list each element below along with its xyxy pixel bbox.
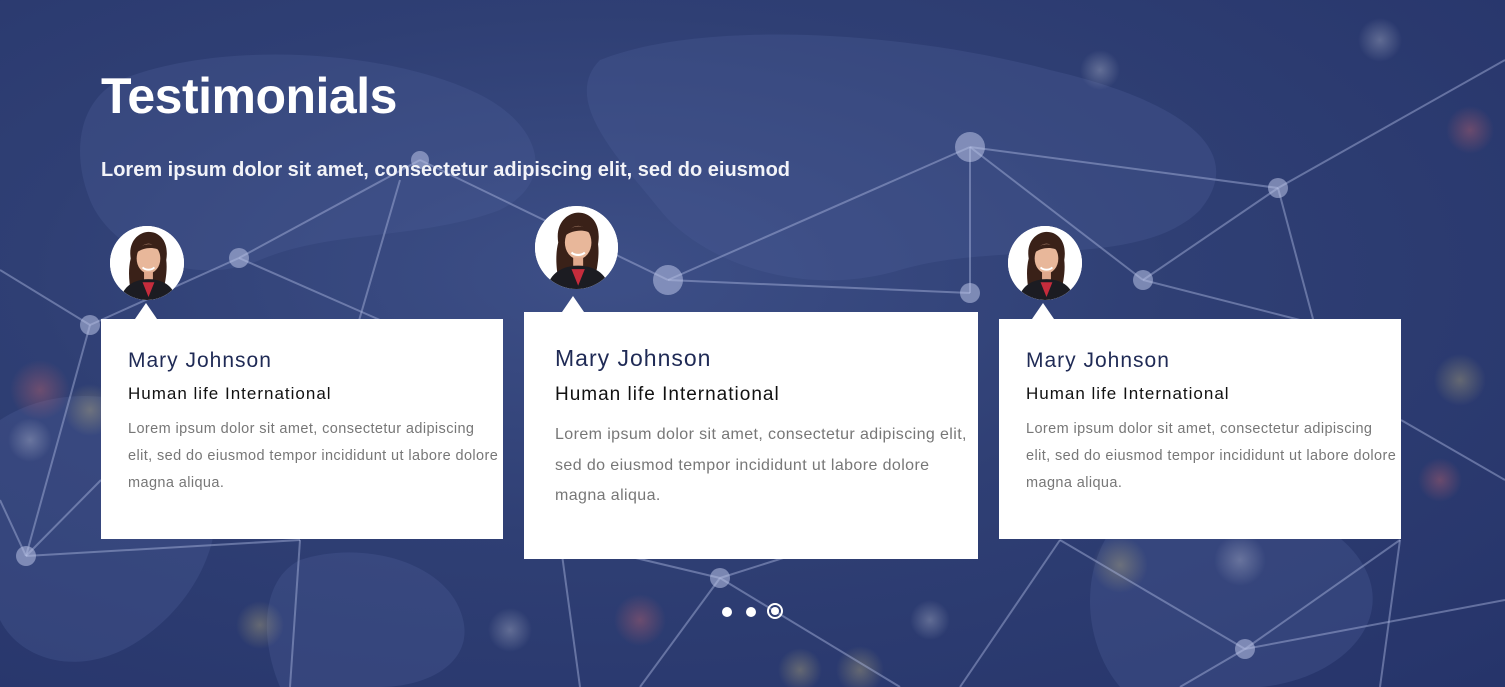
section-title: Testimonials (101, 68, 397, 124)
testimonial-organization: Human life International (1026, 384, 1230, 403)
woman-portrait-icon (535, 206, 618, 289)
testimonial-name: Mary Johnson (555, 345, 712, 371)
testimonial-organization: Human life International (555, 384, 780, 405)
carousel-pagination (719, 602, 789, 622)
pagination-dot-3-active[interactable] (767, 603, 783, 619)
testimonials-section: Testimonials Lorem ipsum dolor sit amet,… (0, 0, 1505, 687)
card-pointer (562, 296, 584, 312)
testimonial-text: Lorem ipsum dolor sit amet, consectetur … (1026, 421, 1397, 491)
woman-portrait-icon (110, 226, 184, 300)
card-pointer (135, 303, 157, 319)
pagination-dot-1[interactable] (722, 607, 732, 617)
testimonial-organization: Human life International (128, 384, 332, 403)
woman-portrait-icon (1008, 226, 1082, 300)
avatar (535, 206, 618, 289)
avatar (110, 226, 184, 300)
testimonial-text: Lorem ipsum dolor sit amet, consectetur … (555, 426, 967, 504)
testimonial-name: Mary Johnson (128, 349, 272, 372)
card-pointer (1032, 303, 1054, 319)
pagination-dot-2[interactable] (746, 607, 756, 617)
section-subtitle: Lorem ipsum dolor sit amet, consectetur … (101, 159, 791, 181)
testimonial-name: Mary Johnson (1026, 349, 1170, 372)
testimonial-text: Lorem ipsum dolor sit amet, consectetur … (128, 421, 499, 491)
avatar (1008, 226, 1082, 300)
